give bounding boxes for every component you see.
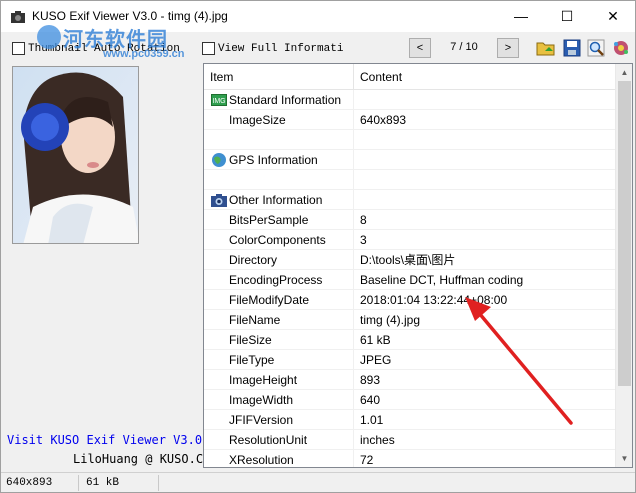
column-header-content[interactable]: Content [354,64,616,90]
image-counter: 7 / 10 [450,41,478,53]
table-row[interactable]: FileType JPEG [204,350,616,370]
item-cell: Other Information [204,190,354,210]
content-cell [354,190,616,210]
open-folder-button[interactable] [535,37,557,59]
list-rows: IMG Standard Information ImageSize 640x893 G… [204,90,616,467]
column-header-item[interactable]: Item [204,64,354,90]
item-cell: FileModifyDate [204,290,354,310]
checkbox-box[interactable] [202,42,215,55]
content-cell: 3 [360,233,367,247]
close-button[interactable]: ✕ [590,1,636,31]
table-row[interactable] [204,130,616,150]
content-cell: 1.01 [360,413,384,427]
item-cell [204,130,354,150]
status-dimensions: 640x893 [3,475,79,491]
table-row[interactable]: ImageSize 640x893 [204,110,616,130]
vertical-scrollbar[interactable]: ▲ ▼ [615,64,632,467]
list-header: Item Content [204,64,616,90]
table-row[interactable]: Directory D:\tools\桌面\图片 [204,250,616,270]
content-cell: 640x893 [360,113,407,127]
content-cell: 640 [360,393,381,407]
scrollbar-thumb[interactable] [618,81,631,386]
table-row[interactable]: EncodingProcess Baseline DCT, Huffman cod… [204,270,616,290]
item-cell: ImageHeight [204,370,354,390]
save-icon [563,39,581,57]
group-row[interactable]: Other Information [204,190,616,210]
table-row[interactable]: ResolutionUnit inches [204,430,616,450]
view-full-information-label: View Full Informati [218,42,344,55]
item-cell: ResolutionUnit [204,430,354,450]
settings-button[interactable] [610,37,632,59]
item-cell: FileType [204,350,354,370]
content-cell [354,150,616,170]
item-cell: FileSize [204,330,354,350]
open-folder-icon [536,42,555,56]
window-title: KUSO Exif Viewer V3.0 - timg (4).jpg [32,9,228,23]
content-cell: 61 kB [360,333,391,347]
content-cell: 893 [360,373,381,387]
group-row[interactable]: IMG Standard Information [204,90,616,110]
item-cell: XResolution [204,450,354,467]
item-cell: Standard Information [204,90,354,110]
table-row[interactable]: ColorComponents 3 [204,230,616,250]
status-file-size: 61 kB [83,475,159,491]
table-row[interactable] [204,170,616,190]
maximize-button[interactable]: ☐ [544,1,590,31]
table-row[interactable]: ImageWidth 640 [204,390,616,410]
item-cell: EncodingProcess [204,270,354,290]
group-row[interactable]: GPS Information [204,150,616,170]
title-bar: KUSO Exif Viewer V3.0 - timg (4).jpg — ☐… [1,1,635,32]
item-cell [204,170,354,190]
table-row[interactable]: ImageHeight 893 [204,370,616,390]
table-row[interactable]: FileModifyDate 2018:01:04 13:22:44+08:00 [204,290,616,310]
item-cell: Directory [204,250,354,270]
item-cell: BitsPerSample [204,210,354,230]
item-cell: ColorComponents [204,230,354,250]
content-cell: inches [360,433,395,447]
scroll-down-arrow-icon[interactable]: ▼ [616,450,632,467]
save-button[interactable] [561,37,583,59]
table-row[interactable]: FileName timg (4).jpg [204,310,616,330]
item-cell: ImageSize [204,110,354,130]
table-row[interactable]: BitsPerSample 8 [204,210,616,230]
thumbnail-auto-rotation-checkbox[interactable]: Thumbnail Auto Rotation [12,42,180,55]
settings-icon [614,41,628,55]
content-cell: Baseline DCT, Huffman coding [360,273,524,287]
table-row[interactable]: JFIFVersion 1.01 [204,410,616,430]
item-cell: FileName [204,310,354,330]
table-row[interactable]: XResolution 72 [204,450,616,467]
content-cell: 2018:01:04 13:22:44+08:00 [360,293,508,307]
thumbnail-image [12,66,139,244]
zoom-icon [587,39,605,57]
minimize-button[interactable]: — [498,1,544,31]
content-cell: D:\tools\桌面\图片 [360,253,456,267]
content-cell: 72 [360,453,374,467]
thumbnail-photo [13,67,138,243]
exif-list-view[interactable]: Item Content IMG Standard Information Imag… [203,63,633,468]
scroll-up-arrow-icon[interactable]: ▲ [616,64,632,81]
author-credit: LiloHuang @ KUSO.CC [73,452,211,466]
table-row[interactable]: FileSize 61 kB [204,330,616,350]
next-image-button[interactable]: > [497,38,519,58]
item-cell: JFIFVersion [204,410,354,430]
content-cell [354,130,616,150]
zoom-button[interactable] [585,37,607,59]
view-full-information-checkbox[interactable]: View Full Informati [202,42,343,55]
content-cell: JPEG [360,353,392,367]
checkbox-box[interactable] [12,42,25,55]
app-window: KUSO Exif Viewer V3.0 - timg (4).jpg — ☐… [0,0,636,493]
content-cell: timg (4).jpg [360,313,421,327]
status-bar: 640x893 61 kB [1,472,635,492]
content-cell [354,170,616,190]
content-cell [354,90,616,110]
item-cell: ImageWidth [204,390,354,410]
item-cell: GPS Information [204,150,354,170]
thumbnail-auto-rotation-label: Thumbnail Auto Rotation [28,42,180,55]
app-camera-icon [11,11,25,23]
previous-image-button[interactable]: < [409,38,431,58]
content-cell: 8 [360,213,367,227]
